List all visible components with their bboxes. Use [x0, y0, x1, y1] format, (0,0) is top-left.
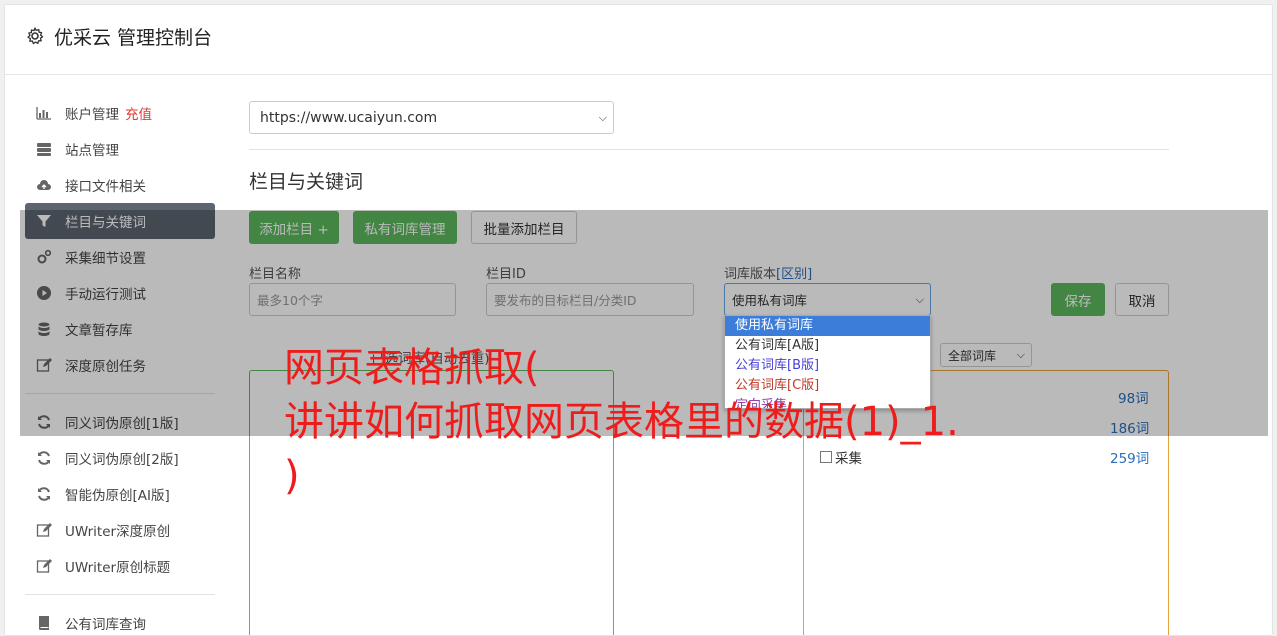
book-icon: [35, 614, 53, 632]
watermark-line: ): [284, 453, 300, 499]
site-select-value: https://www.ucaiyun.com: [260, 109, 438, 126]
section-title: 栏目与关键词: [249, 171, 364, 193]
sidebar-item-account[interactable]: 账户管理 充值: [25, 95, 215, 131]
edit-icon: [35, 521, 53, 539]
sidebar-item-label: 站点管理: [65, 143, 119, 159]
gear-icon: [25, 26, 45, 46]
sidebar-item-label: 公有词库查询: [65, 617, 146, 633]
refresh-icon: [35, 485, 53, 503]
chevron-down-icon: ⌵: [598, 110, 607, 124]
sidebar-item-uwriter-deep[interactable]: UWriter深度原创: [25, 512, 215, 548]
sidebar-item-label: 同义词伪原创[2版]: [65, 452, 179, 468]
edit-icon: [35, 557, 53, 575]
console-window: 优采云 管理控制台 账户管理 充值 站点管理 接口文件相关 栏目与关键词 采集细…: [4, 4, 1273, 636]
app-title: 优采云 管理控制台: [54, 27, 213, 49]
cloud-upload-icon: [35, 176, 53, 194]
dropdown-option[interactable]: 使用私有词库: [725, 316, 930, 336]
sidebar-item-interface[interactable]: 接口文件相关: [25, 167, 215, 203]
sidebar-item-synonym-v2[interactable]: 同义词伪原创[2版]: [25, 440, 215, 476]
refresh-icon: [35, 449, 53, 467]
divider: [249, 149, 1169, 150]
watermark-text: 网页表格抓取( 讲讲如何抓取网页表格里的数据(1)_1. ): [284, 341, 959, 503]
server-icon: [35, 140, 53, 158]
sidebar-item-label: 智能伪原创[AI版]: [65, 488, 170, 504]
sidebar-item-label: 接口文件相关: [65, 179, 146, 195]
bar-chart-icon: [35, 104, 53, 122]
sidebar-item-public-words[interactable]: 公有词库查询: [25, 605, 215, 635]
top-header: 优采云 管理控制台: [5, 5, 1272, 75]
sidebar-item-ai-rewrite[interactable]: 智能伪原创[AI版]: [25, 476, 215, 512]
watermark-line: 讲讲如何抓取网页表格里的数据(1)_1.: [284, 399, 959, 445]
sidebar-item-label: UWriter深度原创: [65, 524, 171, 540]
sidebar-divider: [25, 594, 215, 595]
recharge-link[interactable]: 充值: [125, 103, 152, 123]
sidebar-item-label: UWriter原创标题: [65, 560, 171, 576]
site-select[interactable]: https://www.ucaiyun.com ⌵: [249, 101, 614, 134]
watermark-line: 网页表格抓取(: [284, 345, 540, 391]
sidebar-item-label: 账户管理: [65, 107, 119, 123]
sidebar-item-uwriter-title[interactable]: UWriter原创标题: [25, 548, 215, 584]
sidebar-item-sites[interactable]: 站点管理: [25, 131, 215, 167]
word-count: 259词: [1110, 451, 1150, 467]
